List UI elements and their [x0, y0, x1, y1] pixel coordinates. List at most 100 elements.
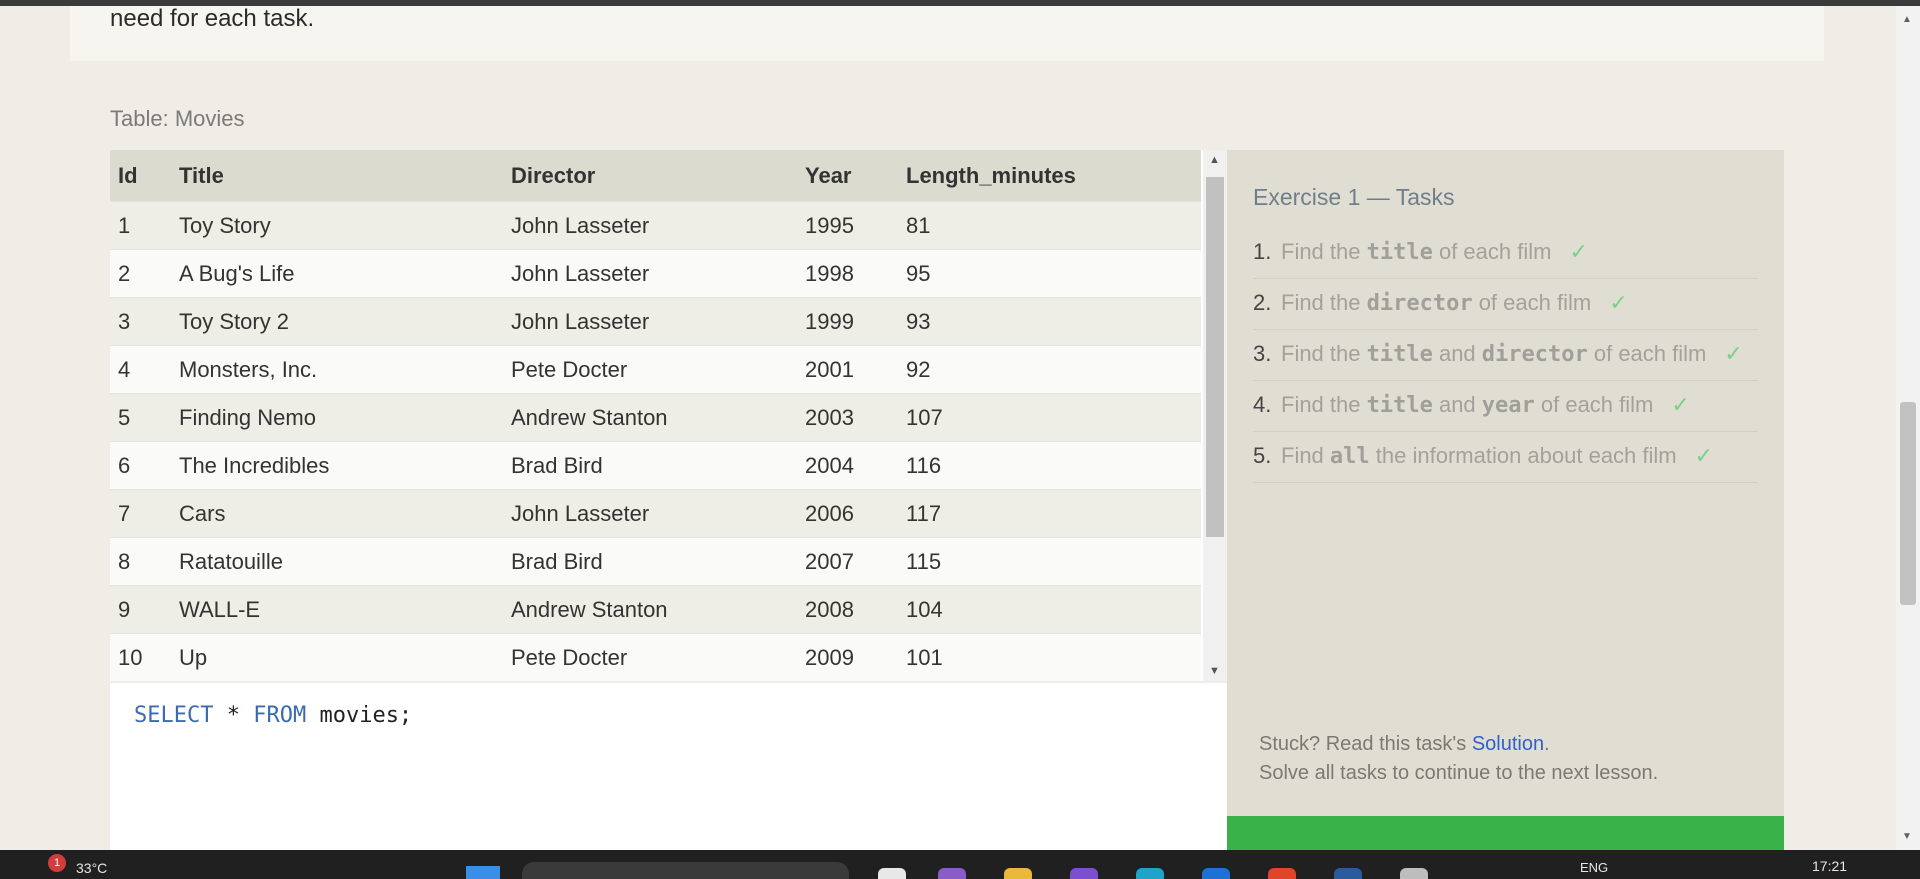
- cell-id: 2: [110, 249, 171, 298]
- task-text-part: Find the: [1281, 239, 1367, 264]
- task-text-part: Find: [1281, 443, 1330, 468]
- cell-year: 2009: [797, 633, 898, 681]
- remote-desktop-icon[interactable]: [1334, 868, 1362, 879]
- task-code-term: title: [1366, 240, 1433, 265]
- cell-length: 101: [898, 633, 1201, 681]
- app-window-icon[interactable]: [1400, 868, 1428, 879]
- task-number: 4.: [1253, 392, 1272, 417]
- cell-length: 116: [898, 441, 1201, 490]
- cell-title: The Incredibles: [171, 441, 503, 490]
- table-scrollbar[interactable]: ▲ ▼: [1203, 150, 1227, 681]
- cell-id: 3: [110, 297, 171, 346]
- intro-text: need for each task.: [110, 5, 315, 32]
- cell-year: 2003: [797, 393, 898, 442]
- solution-link[interactable]: Solution: [1472, 733, 1544, 755]
- cell-id: 7: [110, 489, 171, 538]
- sql-query-text[interactable]: SELECT * FROM movies;: [134, 703, 412, 728]
- task-number: 1.: [1253, 239, 1272, 264]
- stuck-suffix: .: [1544, 733, 1550, 755]
- cell-length: 93: [898, 297, 1201, 346]
- weather-temperature[interactable]: 33°C: [76, 860, 107, 876]
- cell-title: Monsters, Inc.: [171, 345, 503, 394]
- table-row: 10 Up Pete Docter 2009 101: [110, 633, 1201, 681]
- cell-director: John Lasseter: [503, 201, 797, 250]
- cell-title: Ratatouille: [171, 537, 503, 586]
- language-indicator[interactable]: ENG: [1580, 860, 1608, 875]
- task-item: 4. Find the title and year of each film ✓: [1253, 381, 1758, 432]
- cell-director: John Lasseter: [503, 489, 797, 538]
- sql-keyword-select: SELECT: [134, 703, 214, 728]
- cell-length: 117: [898, 489, 1201, 538]
- task-item: 3. Find the title and director of each fi…: [1253, 330, 1758, 381]
- vscode-icon[interactable]: [1202, 868, 1230, 879]
- task-code-term: title: [1366, 393, 1433, 418]
- column-header-title: Title: [171, 150, 503, 202]
- scroll-up-arrow-icon[interactable]: ▲: [1209, 154, 1220, 166]
- table-row: 1 Toy Story John Lasseter 1995 81: [110, 201, 1201, 250]
- task-text-part: Find the: [1281, 392, 1367, 417]
- cell-year: 2001: [797, 345, 898, 394]
- table-scroll-thumb[interactable]: [1206, 177, 1224, 537]
- page-scroll-down-icon[interactable]: ▼: [1902, 831, 1912, 842]
- table-row: 8 Ratatouille Brad Bird 2007 115: [110, 537, 1201, 586]
- task-text-part: Find the: [1281, 290, 1367, 315]
- os-taskbar: 1 33°C ENG 17:21: [0, 850, 1920, 879]
- cell-id: 10: [110, 633, 171, 681]
- page-scrollbar[interactable]: ▲ ▼: [1896, 6, 1920, 850]
- task-text: Find the title of each film ✓: [1281, 236, 1758, 269]
- notepad-icon[interactable]: [878, 868, 906, 879]
- app-icon[interactable]: [938, 868, 966, 879]
- task-text-part: of each film: [1472, 290, 1592, 315]
- cell-length: 95: [898, 249, 1201, 298]
- taskbar-search-box[interactable]: [522, 862, 849, 879]
- task-code-term: director: [1481, 342, 1588, 367]
- cell-id: 5: [110, 393, 171, 442]
- column-header-id: Id: [110, 150, 171, 202]
- cell-title: A Bug's Life: [171, 249, 503, 298]
- page-scroll-thumb[interactable]: [1900, 402, 1916, 605]
- file-explorer-icon[interactable]: [1004, 868, 1032, 879]
- task-text-part: of each film: [1534, 392, 1654, 417]
- task-item: 2. Find the director of each film ✓: [1253, 279, 1758, 330]
- sql-editor[interactable]: SELECT * FROM movies;: [110, 683, 1227, 856]
- task-text: Find the director of each film ✓: [1281, 287, 1758, 320]
- cell-id: 6: [110, 441, 171, 490]
- page-scroll-up-icon[interactable]: ▲: [1902, 14, 1912, 25]
- cell-director: John Lasseter: [503, 297, 797, 346]
- chrome-icon[interactable]: [1268, 868, 1296, 879]
- task-text: Find the title and director of each film…: [1281, 338, 1758, 371]
- column-header-length: Length_minutes: [898, 150, 1201, 202]
- task-text-part: Find the: [1281, 341, 1367, 366]
- task-text-part: and: [1432, 341, 1482, 366]
- cell-director: Brad Bird: [503, 441, 797, 490]
- table-row: 4 Monsters, Inc. Pete Docter 2001 92: [110, 345, 1201, 394]
- cell-year: 1999: [797, 297, 898, 346]
- cell-year: 1995: [797, 201, 898, 250]
- movies-table: Id Title Director Year Length_minutes 1T…: [110, 150, 1201, 681]
- cell-year: 1998: [797, 249, 898, 298]
- windows-start-icon[interactable]: [466, 866, 500, 879]
- task-code-term: director: [1366, 291, 1473, 316]
- task-text-part: of each film: [1587, 341, 1707, 366]
- cell-director: Andrew Stanton: [503, 585, 797, 634]
- cell-length: 81: [898, 201, 1201, 250]
- column-header-director: Director: [503, 150, 797, 202]
- cell-year: 2008: [797, 585, 898, 634]
- sql-table-name: movies;: [306, 703, 413, 728]
- table-row: 2A Bug's Life John Lasseter 1998 95: [110, 249, 1201, 298]
- cell-title: Toy Story 2: [171, 297, 503, 346]
- cell-length: 115: [898, 537, 1201, 586]
- cell-title: Cars: [171, 489, 503, 538]
- table-header-row: Id Title Director Year Length_minutes: [110, 150, 1201, 202]
- stuck-note: Stuck? Read this task's Solution. Solve …: [1259, 730, 1658, 788]
- cell-title: Finding Nemo: [171, 393, 503, 442]
- task-number: 3.: [1253, 341, 1272, 366]
- lesson-intro: need for each task.: [70, 6, 1824, 61]
- task-text-part: of each film: [1432, 239, 1552, 264]
- scroll-down-arrow-icon[interactable]: ▼: [1209, 665, 1220, 677]
- table-row: 5 Finding Nemo Andrew Stanton 2003 107: [110, 393, 1201, 442]
- edge-icon[interactable]: [1136, 868, 1164, 879]
- clock[interactable]: 17:21: [1812, 858, 1847, 874]
- visual-studio-icon[interactable]: [1070, 868, 1098, 879]
- task-complete-check-icon: ✓: [1694, 443, 1714, 468]
